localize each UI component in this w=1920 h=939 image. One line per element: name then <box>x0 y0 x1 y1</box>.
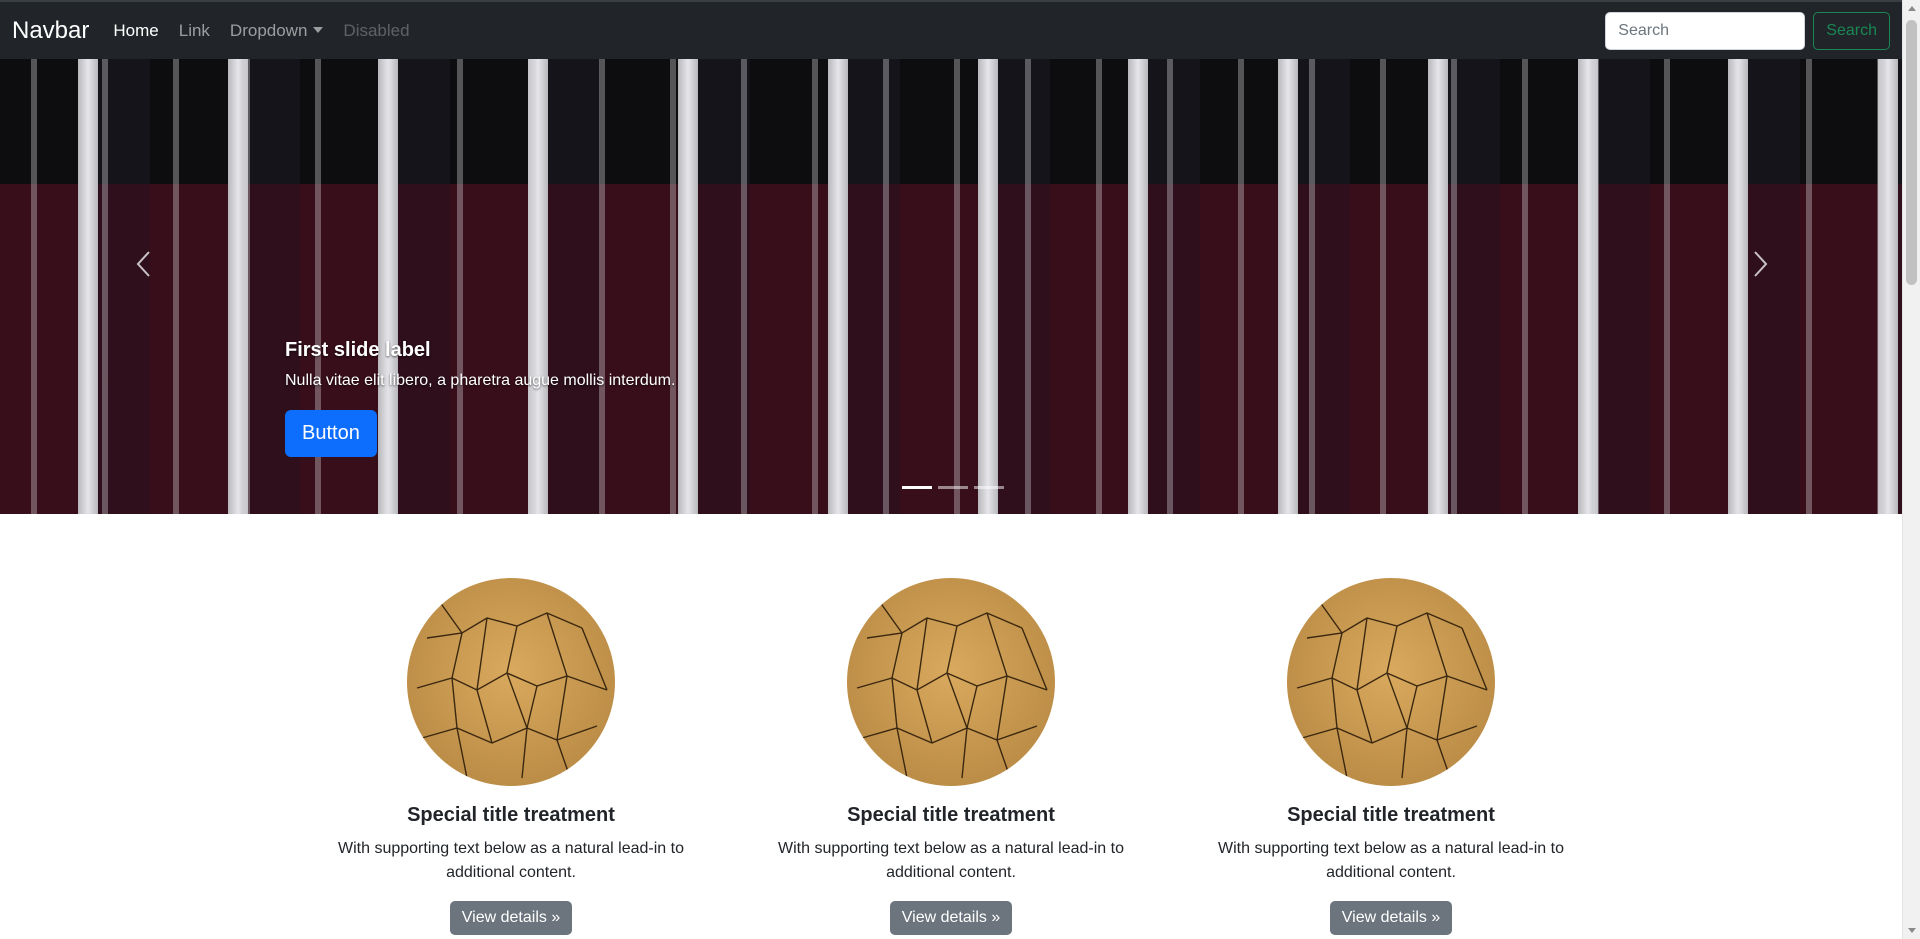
nav-link-home[interactable]: Home <box>113 21 158 41</box>
cracked-earth-image <box>1287 578 1495 786</box>
column-text: With supporting text below as a natural … <box>778 840 1124 881</box>
carousel-indicators <box>902 486 1004 489</box>
cracked-earth-image <box>847 578 1055 786</box>
column: Special title treatment With supporting … <box>291 578 731 935</box>
nav-dropdown-label: Dropdown <box>229 20 308 40</box>
search-form: Search <box>1605 11 1890 50</box>
carousel-indicator-1[interactable] <box>902 486 932 489</box>
search-input[interactable] <box>1605 11 1806 50</box>
page-scrollbar[interactable] <box>1902 0 1920 939</box>
column: Special title treatment With supporting … <box>1171 578 1611 935</box>
carousel-indicator-3[interactable] <box>974 486 1004 489</box>
column-title: Special title treatment <box>407 804 615 826</box>
carousel-indicator-2[interactable] <box>938 486 968 489</box>
scroll-up-icon[interactable] <box>1908 6 1916 11</box>
view-details-button[interactable]: View details » <box>449 901 573 935</box>
view-details-button[interactable]: View details » <box>889 901 1013 935</box>
search-button[interactable]: Search <box>1813 11 1890 50</box>
caption-text: Nulla vitae elit libero, a pharetra augu… <box>285 372 676 389</box>
column-title: Special title treatment <box>1287 804 1495 826</box>
carousel-prev-icon[interactable] <box>124 244 164 284</box>
caption-button[interactable]: Button <box>285 410 377 457</box>
nav-dropdown[interactable]: Dropdown <box>230 21 324 41</box>
chevron-down-icon <box>313 26 324 33</box>
cracked-earth-image <box>407 578 615 786</box>
nav-link-link[interactable]: Link <box>179 21 210 41</box>
carousel-next-icon[interactable] <box>1740 244 1780 284</box>
carousel: First slide label Nulla vitae elit liber… <box>0 59 1902 514</box>
view-details-button[interactable]: View details » <box>1329 901 1453 935</box>
column: Special title treatment With supporting … <box>731 578 1171 935</box>
navbar-brand[interactable]: Navbar <box>12 17 89 45</box>
nav-link-disabled: Disabled <box>343 20 410 40</box>
carousel-caption: First slide label Nulla vitae elit liber… <box>285 339 675 457</box>
navbar: Navbar Home Link Dropdown Disabled Searc… <box>0 0 1902 59</box>
caption-title: First slide label <box>285 339 431 361</box>
scroll-down-icon[interactable] <box>1908 928 1916 933</box>
nav-links: Home Link Dropdown Disabled <box>113 21 409 41</box>
column-text: With supporting text below as a natural … <box>338 840 684 881</box>
column-title: Special title treatment <box>847 804 1055 826</box>
column-text: With supporting text below as a natural … <box>1218 840 1564 881</box>
marketing-columns: Special title treatment With supporting … <box>291 578 1611 935</box>
scroll-thumb[interactable] <box>1906 20 1917 285</box>
